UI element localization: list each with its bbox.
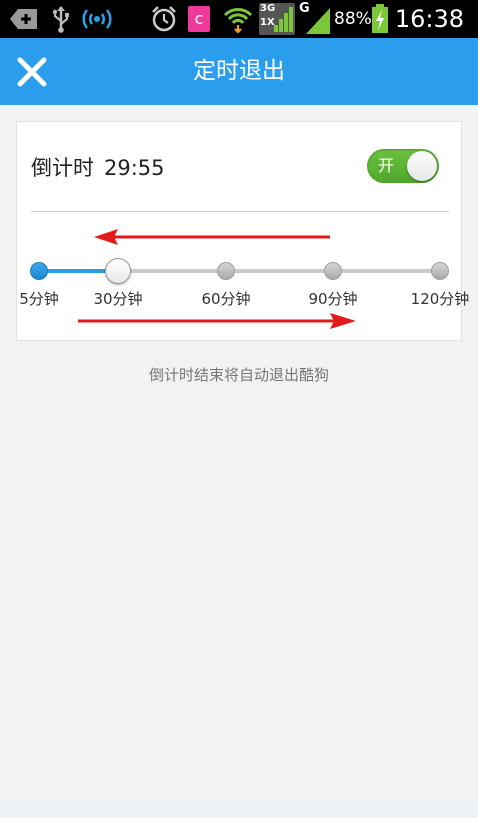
slider-stop-4[interactable] — [431, 262, 449, 280]
status-time: 16:38 — [394, 5, 464, 33]
toggle-label: 开 — [378, 156, 395, 175]
toggle-knob[interactable] — [407, 151, 437, 181]
battery-percent: 88% — [334, 9, 372, 29]
slider-thumb[interactable] — [105, 258, 131, 284]
close-icon[interactable] — [14, 54, 50, 90]
duration-slider[interactable]: 5分钟 30分钟 60分钟 90分钟 120分钟 — [17, 252, 469, 308]
timer-card: 倒计时 29:55 开 5分钟 30分钟 60分钟 90分钟 120分钟 — [16, 121, 469, 341]
divider — [31, 211, 449, 212]
slider-option-label[interactable]: 90分钟 — [308, 288, 357, 309]
slider-option-label[interactable]: 60分钟 — [201, 288, 250, 309]
alarm-icon — [148, 0, 180, 38]
header-bar: 定时退出 — [0, 38, 478, 105]
wireless-hotspot-icon — [80, 0, 114, 38]
add-icon — [8, 0, 40, 38]
bottom-bar — [0, 800, 478, 818]
status-bar: c 3G 1X G 88% 16:38 — [0, 0, 478, 38]
timer-toggle[interactable]: 开 — [367, 149, 439, 183]
countdown-value: 29:55 — [104, 156, 165, 180]
countdown-display: 倒计时 29:55 — [31, 152, 165, 182]
slider-stop-2[interactable] — [217, 262, 235, 280]
slider-stop-3[interactable] — [324, 262, 342, 280]
slider-option-label[interactable]: 5分钟 — [19, 288, 59, 309]
signal-3g-icon: 3G 1X — [258, 0, 296, 38]
countdown-label: 倒计时 — [31, 156, 94, 180]
slider-option-label[interactable]: 30分钟 — [93, 288, 142, 309]
slider-stop-0[interactable] — [30, 262, 48, 280]
hint-text: 倒计时结束将自动退出酷狗 — [148, 366, 329, 384]
slider-option-label[interactable]: 120分钟 — [411, 288, 470, 309]
app-notification-icon: c — [186, 0, 212, 38]
usb-icon — [48, 0, 74, 38]
battery-charging-icon — [370, 0, 390, 38]
signal-g-icon: G — [298, 0, 332, 38]
wifi-icon — [222, 0, 254, 38]
page-title: 定时退出 — [193, 58, 285, 84]
